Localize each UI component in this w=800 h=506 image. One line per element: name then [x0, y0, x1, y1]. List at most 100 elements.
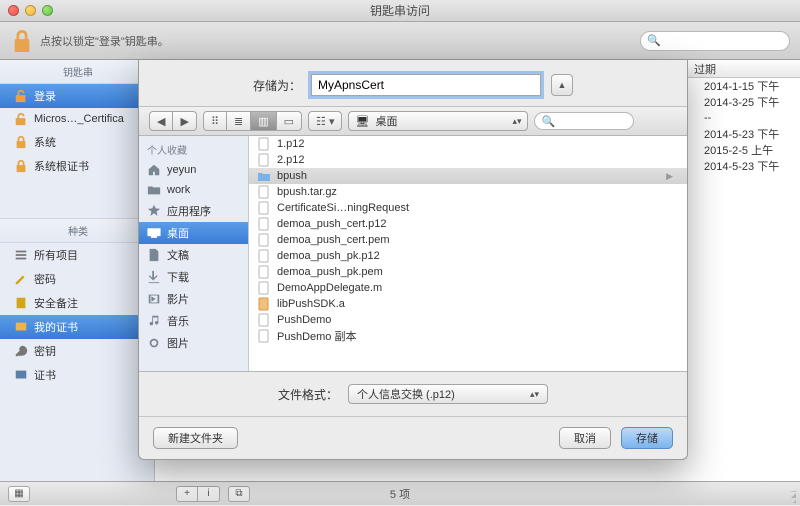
sidebar-group-keychains: 钥匙串 — [0, 60, 154, 84]
home-icon — [147, 163, 161, 177]
view-coverflow-button[interactable]: ▭ — [277, 111, 302, 131]
file-row[interactable]: PushDemo 副本 — [249, 328, 687, 344]
table-row[interactable]: 2014-5-23 下午 — [700, 158, 800, 174]
search-icon: 🔍 — [541, 115, 555, 128]
sidebar-item-ms-certifica[interactable]: Micros…_Certifica — [0, 108, 154, 130]
sidebar-group-category: 种类 — [0, 218, 154, 243]
file-row[interactable]: demoa_push_cert.pem — [249, 232, 687, 248]
favorites-item[interactable]: yeyun — [139, 160, 248, 180]
sidebar-item-my-certs[interactable]: 我的证书 — [0, 315, 154, 339]
lock-icon — [14, 135, 28, 149]
sidebar-item-secure-notes[interactable]: 安全备注 — [0, 291, 154, 315]
cancel-button[interactable]: 取消 — [559, 427, 611, 449]
file-name: bpush — [277, 170, 307, 182]
favorites-item[interactable]: 应用程序 — [139, 200, 248, 222]
statusbar-info-button[interactable]: i — [198, 486, 220, 502]
sidebar-item-all[interactable]: 所有项目 — [0, 243, 154, 267]
arrange-button[interactable]: ☷ ▾ — [308, 111, 342, 131]
sheet-search-input[interactable] — [558, 115, 627, 127]
save-button[interactable]: 存储 — [621, 427, 673, 449]
all-items-icon — [14, 248, 28, 262]
new-folder-button[interactable]: 新建文件夹 — [153, 427, 238, 449]
file-row[interactable]: bpush ▶ — [249, 168, 687, 184]
file-icon — [257, 265, 271, 279]
view-column-button[interactable]: ▥ — [251, 111, 276, 131]
favorites-item[interactable]: 桌面 — [139, 222, 248, 244]
toolbar-search-input[interactable] — [665, 35, 800, 47]
file-row[interactable]: 1.p12 — [249, 136, 687, 152]
view-icon-button[interactable]: ⠿ — [203, 111, 227, 131]
file-row[interactable]: 2.p12 — [249, 152, 687, 168]
file-icon — [257, 249, 271, 263]
save-as-label: 存储为： — [253, 77, 301, 94]
favorites-item[interactable]: work — [139, 180, 248, 200]
toolbar-search[interactable]: 🔍 — [640, 31, 790, 51]
sidebar-item-certs[interactable]: 证书 — [0, 363, 154, 387]
favorites-item[interactable]: 下载 — [139, 266, 248, 288]
search-icon: 🔍 — [647, 34, 661, 47]
file-row[interactable]: PushDemo — [249, 312, 687, 328]
file-icon — [257, 201, 271, 215]
sidebar-item-label: 我的证书 — [34, 319, 78, 335]
favorites-item-label: 桌面 — [167, 225, 189, 241]
favorites-item[interactable]: 图片 — [139, 332, 248, 354]
status-item-count: 5 项 — [390, 486, 410, 502]
file-icon — [257, 297, 271, 311]
location-value: 桌面 — [375, 113, 397, 129]
file-row[interactable]: DemoAppDelegate.m — [249, 280, 687, 296]
sheet-search[interactable]: 🔍 — [534, 112, 634, 130]
table-row[interactable]: 2014-1-15 下午 — [700, 78, 800, 94]
sidebar-item-system[interactable]: 系统 — [0, 130, 154, 154]
unlock-icon — [14, 112, 28, 126]
save-name-input[interactable] — [311, 74, 541, 96]
resize-grip[interactable] — [784, 491, 796, 503]
favorites-item[interactable]: 文稿 — [139, 244, 248, 266]
sidebar-item-label: 系统根证书 — [34, 158, 89, 174]
file-row[interactable]: libPushSDK.a — [249, 296, 687, 312]
folder-icon — [257, 169, 271, 183]
table-row[interactable]: 2014-3-25 下午 — [700, 94, 800, 110]
lock-icon — [14, 159, 28, 173]
chevron-right-icon: ▶ — [666, 171, 679, 182]
favorites-item-label: 文稿 — [167, 247, 189, 263]
statusbar-add-button[interactable]: + — [176, 486, 198, 502]
sidebar-item-passwords[interactable]: 密码 — [0, 267, 154, 291]
favorites-item[interactable]: 音乐 — [139, 310, 248, 332]
view-list-button[interactable]: ≣ — [227, 111, 251, 131]
column-header-expire[interactable]: 过期 — [694, 61, 784, 77]
desktop-icon — [147, 226, 161, 240]
sidebar-item-login[interactable]: 登录 — [0, 84, 154, 108]
favorites-item[interactable]: 影片 — [139, 288, 248, 310]
disclosure-toggle[interactable]: ▲ — [551, 74, 573, 96]
table-row[interactable]: 2014-5-23 下午 — [700, 126, 800, 142]
file-column[interactable]: 1.p122.p12 bpush ▶ bpush.tar.gzCertificateS… — [249, 136, 687, 371]
lock-icon[interactable] — [10, 27, 34, 55]
sidebar-item-label: Micros…_Certifica — [34, 113, 124, 125]
file-row[interactable]: demoa_push_cert.p12 — [249, 216, 687, 232]
nav-back-button[interactable]: ◀ — [149, 111, 173, 131]
file-row[interactable]: CertificateSi…ningRequest — [249, 200, 687, 216]
statusbar-button-left[interactable]: ▦ — [8, 486, 30, 502]
file-row[interactable]: bpush.tar.gz — [249, 184, 687, 200]
nav-forward-button[interactable]: ▶ — [173, 111, 196, 131]
file-format-dropdown[interactable]: 个人信息交换 (.p12) ▴▾ — [348, 384, 548, 404]
sidebar-item-system-roots[interactable]: 系统根证书 — [0, 154, 154, 178]
window-titlebar: 钥匙串访问 — [0, 0, 800, 22]
keys-icon — [14, 344, 28, 358]
sidebar-item-keys[interactable]: 密钥 — [0, 339, 154, 363]
file-row[interactable]: demoa_push_pk.p12 — [249, 248, 687, 264]
location-dropdown[interactable]: 🖥 桌面 ▴▾ — [348, 111, 528, 131]
sidebar-item-label: 所有项目 — [34, 247, 78, 263]
statusbar-copy-button[interactable]: ⧉ — [228, 486, 250, 502]
pictures-icon — [147, 336, 161, 350]
file-row[interactable]: demoa_push_pk.pem — [249, 264, 687, 280]
table-row[interactable]: 2015-2-5 上午 — [700, 142, 800, 158]
sidebar-item-label: 证书 — [34, 367, 56, 383]
favorites-item-label: work — [167, 184, 190, 196]
file-icon — [257, 153, 271, 167]
table-row[interactable]: -- — [700, 110, 800, 126]
chevron-updown-icon: ▴▾ — [512, 116, 521, 127]
file-icon — [257, 313, 271, 327]
file-icon — [257, 137, 271, 151]
sidebar-item-label: 密码 — [34, 271, 56, 287]
